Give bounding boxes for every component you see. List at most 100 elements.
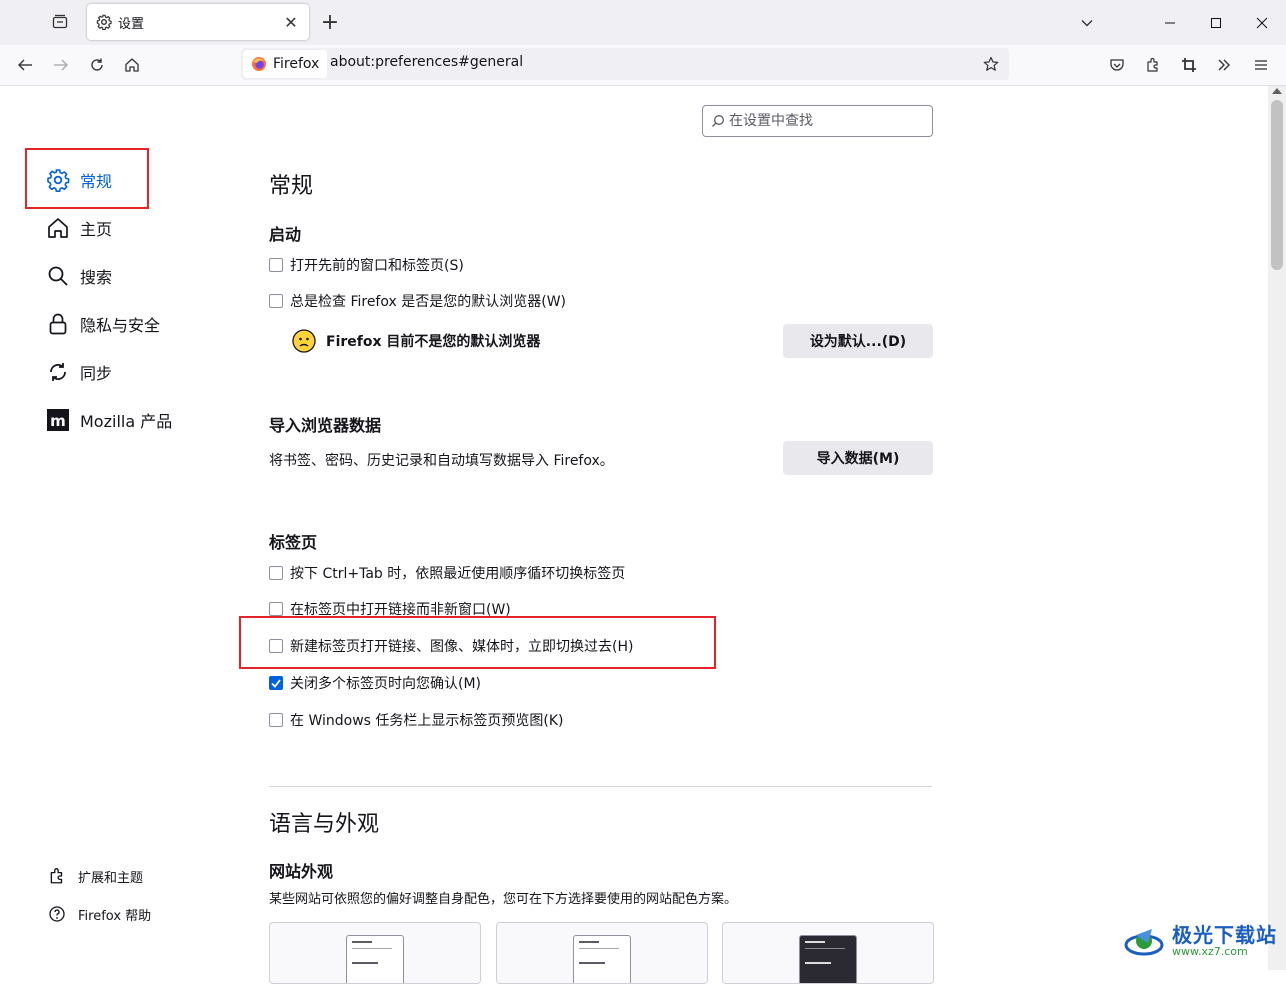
- crop-icon: [1182, 58, 1196, 72]
- scroll-up-arrow-icon[interactable]: [1272, 88, 1282, 94]
- close-tab-icon[interactable]: ✕: [281, 12, 301, 32]
- set-default-button[interactable]: 设为默认...(D): [783, 324, 933, 358]
- option-label: 按下 Ctrl+Tab 时，依照最近使用顺序循环切换标签页: [290, 566, 626, 582]
- chevron-down-icon: [1081, 19, 1093, 26]
- home-icon: [125, 58, 139, 72]
- scrollbar-thumb[interactable]: [1271, 100, 1283, 270]
- category-label: 搜索: [80, 268, 113, 287]
- website-appearance-heading: 网站外观: [269, 862, 334, 881]
- firefox-logo-icon: [252, 57, 266, 71]
- gear-icon: [96, 14, 112, 30]
- maximize-button[interactable]: [1193, 0, 1239, 45]
- import-data-button[interactable]: 导入数据(M): [783, 441, 933, 475]
- color-scheme-automatic-card[interactable]: [269, 922, 481, 984]
- minimize-icon: [1165, 22, 1175, 23]
- restore-session-option[interactable]: 打开先前的窗口和标签页(S): [269, 254, 464, 276]
- category-label: 隐私与安全: [80, 316, 161, 335]
- active-tab[interactable]: 设置 ✕: [87, 4, 309, 40]
- option-label: 总是检查 Firefox 是否是您的默认浏览器(W): [290, 294, 567, 310]
- search-icon: [711, 114, 725, 128]
- option-label: 关闭多个标签页时向您确认(M): [290, 676, 482, 692]
- tab-title: 设置: [118, 16, 145, 32]
- category-privacy[interactable]: 隐私与安全: [46, 308, 160, 340]
- reload-icon: [91, 58, 103, 71]
- language-appearance-title: 语言与外观: [269, 812, 380, 837]
- lock-icon: [46, 312, 70, 336]
- ctrl-tab-checkbox[interactable]: [269, 566, 283, 580]
- color-scheme-dark-card[interactable]: [722, 922, 934, 984]
- default-browser-message: Firefox 目前不是您的默认浏览器: [326, 334, 541, 350]
- help-icon: [49, 906, 65, 922]
- settings-search-input[interactable]: [729, 113, 919, 129]
- puzzle-icon: [50, 868, 63, 884]
- color-scheme-light-card[interactable]: [496, 922, 708, 984]
- svg-text:m: m: [50, 412, 66, 430]
- always-check-default-checkbox[interactable]: [269, 294, 283, 308]
- help-link[interactable]: Firefox 帮助: [48, 902, 151, 926]
- url-bar[interactable]: Firefox about:preferences#general: [241, 48, 1009, 80]
- watermark-logo-icon: [1124, 929, 1164, 956]
- category-label: 主页: [80, 220, 113, 239]
- default-browser-notice: Firefox 目前不是您的默认浏览器: [292, 329, 540, 353]
- close-icon: [1256, 17, 1268, 28]
- close-window-button[interactable]: [1239, 0, 1285, 45]
- category-mozilla-products[interactable]: m Mozilla 产品: [46, 404, 172, 436]
- url-text[interactable]: about:preferences#general: [330, 54, 523, 70]
- minimize-button[interactable]: [1147, 0, 1193, 45]
- warn-close-multiple-tabs-option[interactable]: 关闭多个标签页时向您确认(M): [269, 672, 481, 694]
- back-button[interactable]: [11, 51, 39, 79]
- category-home[interactable]: 主页: [46, 212, 112, 244]
- option-label: 打开先前的窗口和标签页(S): [290, 258, 464, 274]
- firefox-view-button[interactable]: [44, 8, 76, 36]
- maximize-icon: [1211, 17, 1221, 28]
- site-watermark: 极光下载站 www.xz7.com: [1122, 916, 1277, 966]
- navigation-toolbar: Firefox about:preferences#general: [0, 45, 1286, 86]
- pocket-icon: [1110, 59, 1124, 71]
- always-check-default-option[interactable]: 总是检查 Firefox 是否是您的默认浏览器(W): [269, 290, 566, 312]
- overflow-menu-button[interactable]: [1210, 51, 1238, 79]
- firefox-view-icon: [52, 14, 68, 29]
- taskbar-tab-previews-checkbox[interactable]: [269, 713, 283, 727]
- taskbar-tab-previews-option[interactable]: 在 Windows 任务栏上显示标签页预览图(K): [269, 709, 564, 731]
- extensions-button[interactable]: [1139, 51, 1167, 79]
- identity-box[interactable]: Firefox: [243, 50, 328, 78]
- highlight-box-switch-tab-option: [239, 616, 716, 669]
- startup-heading: 启动: [269, 225, 302, 244]
- category-search[interactable]: 搜索: [46, 260, 112, 292]
- import-description: 将书签、密码、历史记录和自动填写数据导入 Firefox。: [269, 453, 614, 469]
- tab-bar: 设置 ✕ +: [0, 0, 1286, 45]
- warn-close-multiple-tabs-checkbox[interactable]: [269, 676, 283, 690]
- home-button[interactable]: [118, 51, 146, 79]
- settings-search-box[interactable]: [702, 105, 933, 137]
- light-theme-preview: [573, 935, 631, 983]
- watermark-url: www.xz7.com: [1172, 944, 1248, 958]
- bookmark-star-button[interactable]: [979, 52, 1003, 76]
- sync-icon: [46, 360, 70, 384]
- restore-session-checkbox[interactable]: [269, 258, 283, 272]
- open-links-in-tabs-checkbox[interactable]: [269, 602, 283, 616]
- sad-face-icon: [292, 329, 316, 353]
- category-label: Mozilla 产品: [80, 412, 173, 431]
- new-tab-button[interactable]: +: [317, 9, 343, 35]
- tab-list-dropdown[interactable]: [1064, 0, 1110, 45]
- ctrl-tab-option[interactable]: 按下 Ctrl+Tab 时，依照最近使用顺序循环切换标签页: [269, 562, 625, 584]
- tabs-heading: 标签页: [269, 533, 318, 552]
- star-icon: [983, 56, 999, 71]
- forward-button[interactable]: [47, 51, 75, 79]
- screenshot-button[interactable]: [1175, 51, 1203, 79]
- checkmark-icon: [271, 679, 281, 688]
- pocket-button[interactable]: [1103, 51, 1131, 79]
- reload-button[interactable]: [83, 51, 111, 79]
- page-title: 常规: [269, 174, 314, 199]
- help-link-label: Firefox 帮助: [78, 908, 152, 924]
- category-sync[interactable]: 同步: [46, 356, 112, 388]
- mozilla-icon: m: [46, 408, 70, 432]
- watermark-title: 极光下载站: [1172, 922, 1277, 947]
- double-chevron-right-icon: [1218, 59, 1230, 71]
- vertical-scrollbar[interactable]: [1268, 86, 1286, 970]
- category-label: 同步: [80, 364, 113, 383]
- addons-link[interactable]: 扩展和主题: [48, 864, 143, 888]
- section-divider: [269, 786, 932, 787]
- light-theme-preview: [346, 935, 404, 983]
- app-menu-button[interactable]: [1247, 51, 1275, 79]
